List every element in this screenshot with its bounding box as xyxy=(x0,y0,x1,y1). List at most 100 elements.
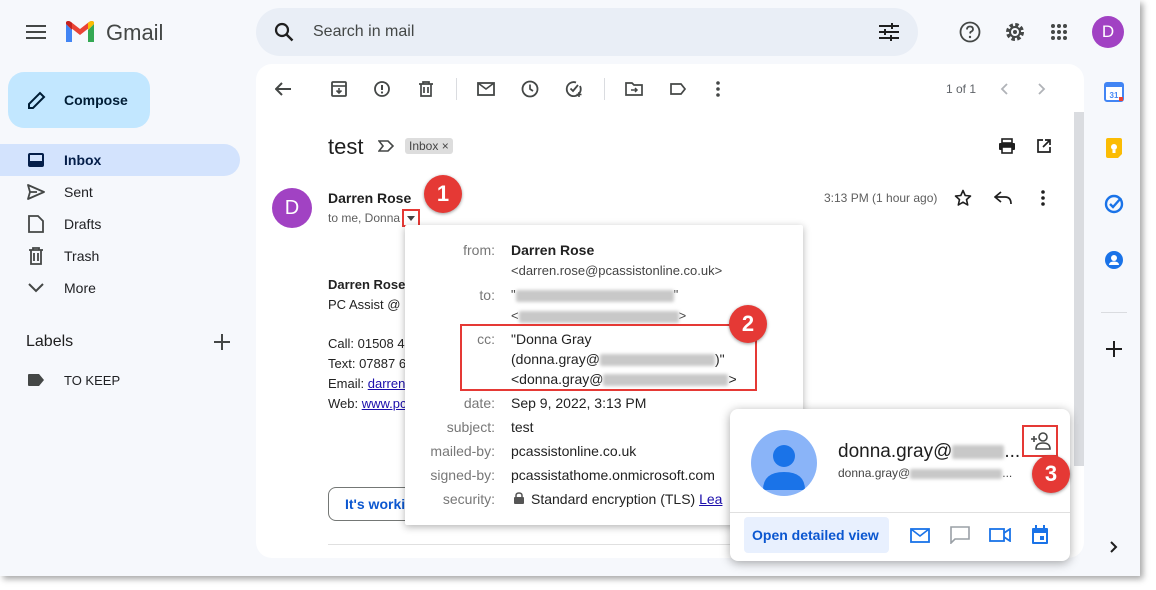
message-more-icon[interactable] xyxy=(1032,187,1054,209)
move-to-icon[interactable] xyxy=(623,78,645,100)
to-label: to: xyxy=(479,287,495,303)
signature-web: Web: www.pc xyxy=(328,396,407,411)
contact-avatar xyxy=(751,430,817,496)
inbox-label-chip[interactable]: Inbox × xyxy=(405,138,453,154)
apps-grid-icon[interactable] xyxy=(1047,20,1071,44)
add-to-contacts-button[interactable] xyxy=(1022,425,1058,457)
add-person-icon xyxy=(1029,430,1053,452)
sender-avatar[interactable]: D xyxy=(272,188,312,228)
date-value: Sep 9, 2022, 3:13 PM xyxy=(511,395,647,411)
to-quote-close: " xyxy=(673,287,679,302)
signed-by-label: signed-by: xyxy=(430,467,495,483)
email-timestamp: 3:13 PM (1 hour ago) xyxy=(824,191,938,205)
delete-icon[interactable] xyxy=(415,78,437,100)
learn-more-link[interactable]: Lea xyxy=(699,491,722,507)
subject-value: test xyxy=(511,419,534,435)
archive-icon[interactable] xyxy=(328,78,350,100)
back-arrow-icon[interactable] xyxy=(272,78,294,100)
contact-email-ellipsis: ... xyxy=(1002,466,1013,480)
recipients-summary: to me, Donna xyxy=(328,211,401,225)
importance-marker-icon[interactable] xyxy=(377,138,395,154)
side-panel-divider xyxy=(1101,312,1127,313)
security-label: security: xyxy=(442,491,495,507)
get-addons-plus-icon[interactable] xyxy=(1103,338,1125,360)
star-icon[interactable] xyxy=(952,187,974,209)
open-detailed-view-button[interactable]: Open detailed view xyxy=(744,517,889,553)
sidebar-item-sent[interactable]: Sent xyxy=(0,176,240,208)
open-new-window-icon[interactable] xyxy=(1033,135,1055,157)
help-icon[interactable] xyxy=(958,20,982,44)
settings-gear-icon[interactable] xyxy=(1003,20,1027,44)
contact-email: donna.gray@... xyxy=(838,466,1012,480)
security-value: Standard encryption (TLS) Lea xyxy=(531,491,722,507)
add-label-icon[interactable] xyxy=(212,332,232,352)
video-call-icon[interactable] xyxy=(988,524,1012,546)
gmail-logo-icon[interactable] xyxy=(64,19,96,45)
scrollbar[interactable] xyxy=(1074,112,1084,466)
email-subject: test xyxy=(328,134,364,159)
web-link[interactable]: www.pc xyxy=(362,396,407,411)
print-icon[interactable] xyxy=(996,135,1018,157)
search-icon[interactable] xyxy=(272,20,296,44)
sidebar-item-trash[interactable]: Trash xyxy=(0,240,240,272)
add-task-icon[interactable] xyxy=(563,78,585,100)
older-chevron-right-icon[interactable] xyxy=(1031,78,1053,100)
app-name[interactable]: Gmail xyxy=(106,20,163,46)
pager-count: 1 of 1 xyxy=(946,82,977,96)
sidebar-item-drafts[interactable]: Drafts xyxy=(0,208,240,240)
snooze-clock-icon[interactable] xyxy=(519,78,541,100)
to-value-line1: " " xyxy=(511,287,678,302)
signature-email: Email: darren xyxy=(328,376,405,391)
tasks-app-icon[interactable] xyxy=(1103,193,1125,215)
label-item-to-keep[interactable]: TO KEEP xyxy=(64,373,120,388)
chevron-down-icon xyxy=(24,276,48,300)
sidebar-item-more[interactable]: More xyxy=(0,272,240,304)
sidebar-item-label: Sent xyxy=(64,184,93,200)
inbox-icon xyxy=(24,148,48,172)
main-menu-icon[interactable] xyxy=(24,20,48,44)
email-contact-icon[interactable] xyxy=(908,524,932,546)
calendar-app-icon[interactable]: 31 xyxy=(1103,81,1125,103)
to-bracket-close: > xyxy=(678,308,687,323)
sender-name[interactable]: Darren Rose xyxy=(328,190,411,206)
from-email: <darren.rose@pcassistonline.co.uk> xyxy=(511,263,723,278)
reply-icon[interactable] xyxy=(992,187,1014,209)
contacts-app-icon[interactable] xyxy=(1103,249,1125,271)
svg-text:31: 31 xyxy=(1110,91,1119,100)
keep-app-icon[interactable] xyxy=(1103,137,1125,159)
contact-name-text: donna.gray@ xyxy=(838,441,953,462)
label-icon[interactable] xyxy=(667,78,689,100)
schedule-calendar-icon[interactable] xyxy=(1028,523,1052,547)
report-spam-icon[interactable] xyxy=(371,78,393,100)
to-quote-open: " xyxy=(511,287,516,302)
newer-chevron-left-icon[interactable] xyxy=(993,78,1015,100)
lock-icon xyxy=(513,491,525,505)
web-label: Web: xyxy=(328,396,362,411)
sidebar-item-label: Inbox xyxy=(64,152,102,168)
to-value-line2: < > xyxy=(511,308,686,323)
mark-unread-icon[interactable] xyxy=(475,78,497,100)
date-label: date: xyxy=(463,395,495,411)
signature-call: Call: 01508 4 xyxy=(328,336,405,351)
from-label: from: xyxy=(463,242,495,258)
from-name: Darren Rose xyxy=(511,242,595,258)
toolbar-divider xyxy=(604,78,605,100)
email-link[interactable]: darren xyxy=(368,376,406,391)
chat-icon[interactable] xyxy=(948,524,972,546)
sidebar-item-label: More xyxy=(64,280,96,296)
gmail-window: Gmail Search in mail D Compose Inbox Sen… xyxy=(0,0,1140,576)
email-label: Email: xyxy=(328,376,368,391)
show-side-panel-chevron-icon[interactable] xyxy=(1104,537,1124,557)
compose-label: Compose xyxy=(64,92,128,108)
contact-name: donna.gray@... xyxy=(838,441,1020,463)
mailed-by-label: mailed-by: xyxy=(430,443,495,459)
chip-close-icon[interactable]: × xyxy=(442,139,449,153)
annotation-badge-1: 1 xyxy=(424,175,462,213)
chip-label: Inbox xyxy=(409,139,439,153)
labels-heading: Labels xyxy=(26,333,74,350)
search-input[interactable]: Search in mail xyxy=(313,23,414,41)
account-avatar[interactable]: D xyxy=(1092,16,1124,48)
more-vert-icon[interactable] xyxy=(707,78,729,100)
search-options-icon[interactable] xyxy=(877,20,901,44)
sidebar-item-inbox[interactable]: Inbox xyxy=(0,144,240,176)
